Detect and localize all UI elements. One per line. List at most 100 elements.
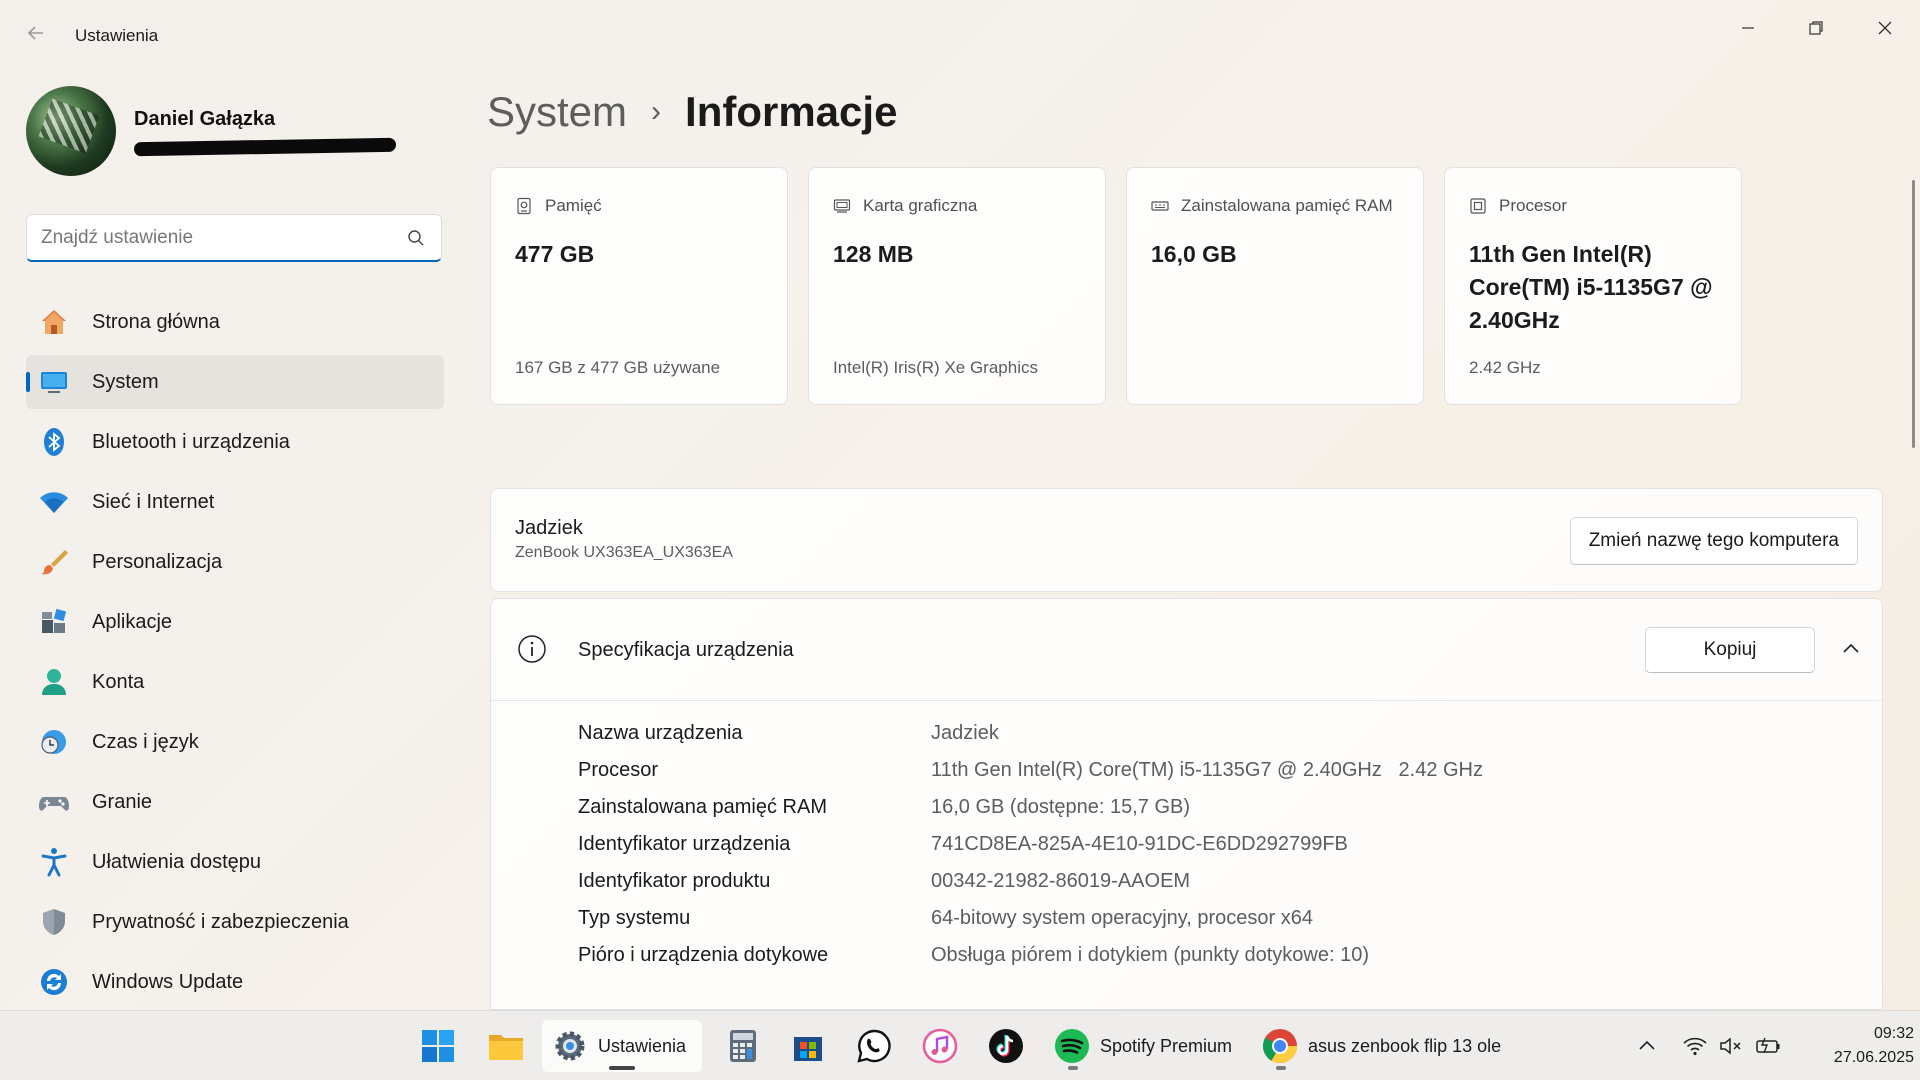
clock-time: 09:32 <box>1873 1025 1914 1042</box>
sidebar-item-label: Strona główna <box>92 310 220 333</box>
chrome-icon <box>1262 1028 1298 1064</box>
sidebar-item-bluetooth[interactable]: Bluetooth i urządzenia <box>26 415 444 469</box>
scrollbar[interactable] <box>1912 180 1915 448</box>
card-value: 128 MB <box>833 241 914 267</box>
store-icon <box>790 1028 826 1064</box>
sidebar-item-windows-update[interactable]: Windows Update <box>26 955 444 1009</box>
sidebar-item-network[interactable]: Sieć i Internet <box>26 475 444 529</box>
windows-start-icon <box>420 1028 456 1064</box>
music-icon <box>922 1028 958 1064</box>
sidebar-item-label: Konta <box>92 670 145 693</box>
title-bar: Ustawienia <box>0 0 1920 72</box>
gamepad-icon <box>38 786 70 818</box>
spec-key: Zainstalowana pamięć RAM <box>578 796 827 818</box>
spec-value: 16,0 GB (dostępne: 15,7 GB) <box>931 796 1191 818</box>
rename-pc-button[interactable]: Zmień nazwę tego komputera <box>1569 517 1858 565</box>
app-title: Ustawienia <box>75 26 159 45</box>
sidebar-item-gaming[interactable]: Granie <box>26 775 444 829</box>
card-ram[interactable]: Zainstalowana pamięć RAM 16,0 GB <box>1126 167 1424 405</box>
spec-key: Identyfikator produktu <box>578 870 771 892</box>
close-button[interactable] <box>1862 10 1908 46</box>
update-icon <box>38 966 70 998</box>
spec-value: 11th Gen Intel(R) Core(TM) i5-1135G7 @ 2… <box>931 759 1483 781</box>
gear-icon <box>552 1028 588 1064</box>
taskbar-chrome[interactable]: asus zenbook flip 13 ole <box>1252 1020 1517 1072</box>
gpu-icon <box>833 199 851 213</box>
accessibility-icon <box>38 846 70 878</box>
taskbar-tiktok[interactable] <box>978 1020 1034 1072</box>
card-storage[interactable]: Pamięć 477 GB 167 GB z 477 GB używane <box>490 167 788 405</box>
clock-globe-icon <box>38 726 70 758</box>
battery-charging-icon <box>1756 1037 1780 1054</box>
system-clock[interactable]: 09:32 27.06.2025 <box>1798 1022 1914 1070</box>
monitor-icon <box>38 366 70 398</box>
back-button[interactable] <box>22 22 50 50</box>
device-specifications-header[interactable]: Specyfikacja urządzenia Kopiuj <box>491 599 1882 701</box>
shield-icon <box>38 906 70 938</box>
taskbar-calculator[interactable] <box>715 1020 771 1072</box>
taskbar-spotify[interactable]: Spotify Premium <box>1044 1020 1248 1072</box>
back-arrow-icon <box>27 26 43 40</box>
taskbar-store[interactable] <box>780 1020 836 1072</box>
wifi-icon <box>1683 1037 1707 1056</box>
sidebar-item-label: Granie <box>92 790 153 813</box>
taskbar-start[interactable] <box>410 1020 466 1072</box>
maximize-button[interactable] <box>1793 10 1839 46</box>
calculator-icon <box>725 1028 761 1064</box>
card-title: Procesor <box>1499 196 1568 215</box>
chevron-up-icon[interactable] <box>1839 637 1863 661</box>
card-graphics[interactable]: Karta graficzna 128 MB Intel(R) Iris(R) … <box>808 167 1106 405</box>
settings-search[interactable] <box>26 214 442 262</box>
copy-button[interactable]: Kopiuj <box>1645 627 1815 673</box>
search-input[interactable] <box>41 225 391 251</box>
sidebar-item-privacy[interactable]: Prywatność i zabezpieczenia <box>26 895 444 949</box>
user-profile[interactable]: Daniel Gałązka <box>26 86 446 178</box>
sidebar-item-time-language[interactable]: Czas i język <box>26 715 444 769</box>
card-subtitle: 167 GB z 477 GB używane <box>515 358 721 377</box>
sidebar-item-apps[interactable]: Aplikacje <box>26 595 444 649</box>
sidebar-item-accounts[interactable]: Konta <box>26 655 444 709</box>
storage-icon <box>517 197 531 215</box>
bluetooth-icon <box>38 426 70 458</box>
redacted-email <box>133 137 397 157</box>
minimize-icon <box>1742 27 1754 29</box>
active-indicator <box>609 1066 636 1070</box>
card-processor[interactable]: Procesor 11th Gen Intel(R) Core(TM) i5-1… <box>1444 167 1742 405</box>
taskbar-itunes[interactable] <box>912 1020 968 1072</box>
spec-key: Identyfikator urządzenia <box>578 833 791 855</box>
spec-value: 00342-21982-86019-AAOEM <box>931 870 1191 892</box>
sidebar-item-label: Windows Update <box>92 970 244 993</box>
sidebar-item-home[interactable]: Strona główna <box>26 295 444 349</box>
taskbar-file-explorer[interactable] <box>478 1020 534 1072</box>
running-indicator <box>1276 1066 1286 1070</box>
taskbar-label: Ustawienia <box>598 1035 687 1056</box>
chevron-up-icon[interactable] <box>1636 1035 1658 1057</box>
whatsapp-icon <box>856 1028 892 1064</box>
wifi-icon <box>38 486 70 518</box>
minimize-button[interactable] <box>1725 10 1771 46</box>
taskbar-settings[interactable]: Ustawienia <box>542 1020 703 1072</box>
sidebar-item-personalization[interactable]: Personalizacja <box>26 535 444 589</box>
computer-model: ZenBook UX363EA_UX363EA <box>515 544 733 561</box>
tiktok-icon <box>988 1028 1024 1064</box>
spec-value: Obsługa piórem i dotykiem (punkty dotyko… <box>931 944 1369 966</box>
sidebar-item-system[interactable]: System <box>26 355 444 409</box>
close-icon <box>1878 21 1892 35</box>
breadcrumb-parent[interactable]: System <box>487 88 627 136</box>
cpu-icon <box>1470 198 1486 214</box>
taskbar: Ustawienia Spotify Premium asus zenbook … <box>0 1010 1920 1080</box>
apps-icon <box>38 606 70 638</box>
taskbar-whatsapp[interactable] <box>846 1020 902 1072</box>
sidebar-item-label: System <box>92 370 159 393</box>
card-subtitle: 2.42 GHz <box>1469 358 1541 377</box>
taskbar-label: asus zenbook flip 13 ole <box>1308 1035 1502 1056</box>
spec-row: Nazwa urządzenia Jadziek <box>578 715 1483 752</box>
card-title: Pamięć <box>545 196 602 215</box>
tray-status-icons[interactable] <box>1682 1029 1784 1063</box>
sidebar-item-accessibility[interactable]: Ułatwienia dostępu <box>26 835 444 889</box>
system-tray <box>1636 1029 1658 1063</box>
card-value: 11th Gen Intel(R) Core(TM) i5-1135G7 @ 2… <box>1469 241 1713 333</box>
restore-icon <box>1809 21 1823 35</box>
folder-icon <box>488 1028 524 1064</box>
sidebar-item-label: Bluetooth i urządzenia <box>92 430 290 453</box>
